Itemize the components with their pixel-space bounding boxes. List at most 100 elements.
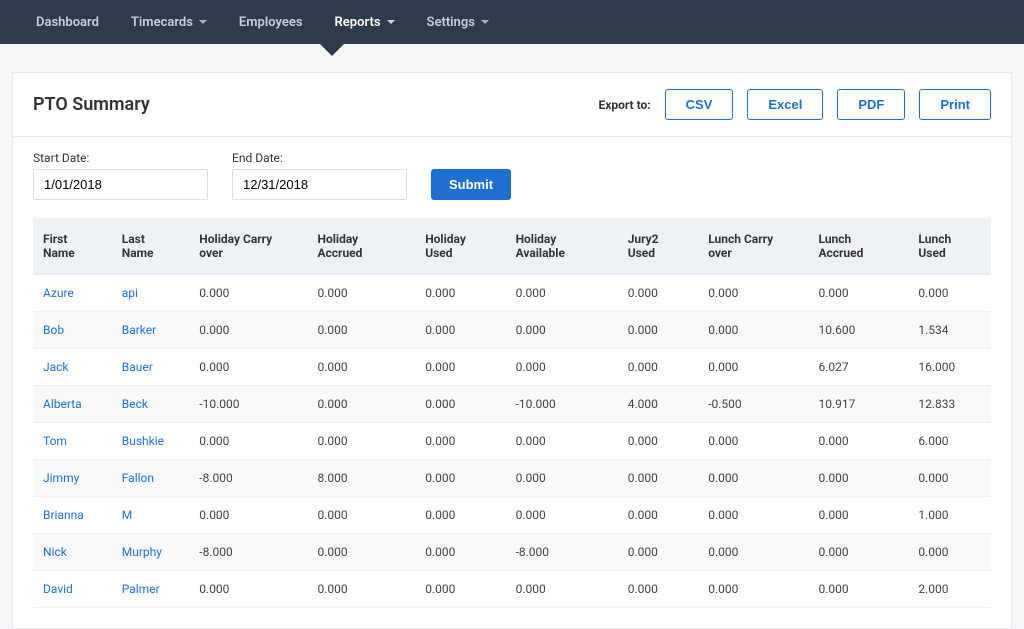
value-cell: 0.000 bbox=[506, 423, 618, 460]
value-cell: 0.000 bbox=[698, 423, 808, 460]
value-cell: 0.000 bbox=[698, 275, 808, 312]
value-cell: 0.000 bbox=[618, 275, 699, 312]
last-name-link[interactable]: M bbox=[112, 497, 190, 534]
table-row: TomBushkie0.0000.0000.0000.0000.0000.000… bbox=[33, 423, 991, 460]
last-name-link[interactable]: Bushkie bbox=[112, 423, 190, 460]
first-name-link[interactable]: David bbox=[33, 571, 112, 608]
value-cell: 6.027 bbox=[808, 349, 908, 386]
chevron-down-icon bbox=[199, 20, 207, 24]
value-cell: 0.000 bbox=[307, 423, 415, 460]
value-cell: 0.000 bbox=[618, 460, 699, 497]
start-date-input[interactable] bbox=[33, 169, 208, 200]
value-cell: 0.000 bbox=[307, 534, 415, 571]
value-cell: 10.600 bbox=[808, 312, 908, 349]
export-excel-button[interactable]: Excel bbox=[747, 89, 823, 120]
table-row: JimmyFallon-8.0008.0000.0000.0000.0000.0… bbox=[33, 460, 991, 497]
value-cell: -10.000 bbox=[506, 386, 618, 423]
value-cell: -8.000 bbox=[506, 534, 618, 571]
value-cell: 1.534 bbox=[908, 312, 991, 349]
nav-item-label: Employees bbox=[239, 15, 303, 30]
table-row: BriannaM0.0000.0000.0000.0000.0000.0000.… bbox=[33, 497, 991, 534]
value-cell: 0.000 bbox=[307, 312, 415, 349]
value-cell: 0.000 bbox=[307, 497, 415, 534]
table-row: AlbertaBeck-10.0000.0000.000-10.0004.000… bbox=[33, 386, 991, 423]
value-cell: 0.000 bbox=[189, 349, 307, 386]
first-name-link[interactable]: Jack bbox=[33, 349, 112, 386]
column-header[interactable]: Jury2 Used bbox=[618, 218, 699, 275]
value-cell: 0.000 bbox=[506, 349, 618, 386]
value-cell: 0.000 bbox=[307, 386, 415, 423]
nav-item-label: Reports bbox=[335, 15, 381, 30]
export-group: Export to: CSV Excel PDF Print bbox=[598, 89, 991, 120]
chevron-down-icon bbox=[387, 20, 395, 24]
start-date-label: Start Date: bbox=[33, 151, 208, 165]
column-header[interactable]: Holiday Carry over bbox=[189, 218, 307, 275]
value-cell: 0.000 bbox=[506, 312, 618, 349]
last-name-link[interactable]: Beck bbox=[112, 386, 190, 423]
nav-item-label: Dashboard bbox=[36, 15, 99, 30]
nav-item-settings[interactable]: Settings bbox=[411, 0, 505, 44]
value-cell: 16.000 bbox=[908, 349, 991, 386]
value-cell: 0.000 bbox=[415, 312, 505, 349]
last-name-link[interactable]: Fallon bbox=[112, 460, 190, 497]
last-name-link[interactable]: Barker bbox=[112, 312, 190, 349]
value-cell: 2.000 bbox=[908, 571, 991, 608]
pto-summary-table: First NameLast NameHoliday Carry overHol… bbox=[33, 218, 991, 608]
value-cell: 6.000 bbox=[908, 423, 991, 460]
submit-button[interactable]: Submit bbox=[431, 169, 511, 200]
column-header[interactable]: Holiday Accrued bbox=[307, 218, 415, 275]
value-cell: 0.000 bbox=[618, 423, 699, 460]
value-cell: 0.000 bbox=[908, 275, 991, 312]
last-name-link[interactable]: Palmer bbox=[112, 571, 190, 608]
value-cell: 0.000 bbox=[618, 312, 699, 349]
value-cell: 0.000 bbox=[307, 571, 415, 608]
end-date-input[interactable] bbox=[232, 169, 407, 200]
value-cell: 0.000 bbox=[808, 497, 908, 534]
value-cell: 0.000 bbox=[189, 312, 307, 349]
value-cell: 0.000 bbox=[189, 497, 307, 534]
nav-item-dashboard[interactable]: Dashboard bbox=[20, 0, 115, 44]
export-print-button[interactable]: Print bbox=[919, 89, 991, 120]
value-cell: 0.000 bbox=[415, 460, 505, 497]
value-cell: 0.000 bbox=[618, 497, 699, 534]
nav-item-timecards[interactable]: Timecards bbox=[115, 0, 223, 44]
first-name-link[interactable]: Tom bbox=[33, 423, 112, 460]
value-cell: 0.000 bbox=[506, 275, 618, 312]
value-cell: 0.000 bbox=[415, 497, 505, 534]
nav-item-employees[interactable]: Employees bbox=[223, 0, 319, 44]
export-pdf-button[interactable]: PDF bbox=[837, 89, 905, 120]
column-header[interactable]: Last Name bbox=[112, 218, 190, 275]
value-cell: 0.000 bbox=[908, 460, 991, 497]
value-cell: 0.000 bbox=[415, 571, 505, 608]
value-cell: 0.000 bbox=[808, 534, 908, 571]
first-name-link[interactable]: Brianna bbox=[33, 497, 112, 534]
value-cell: 0.000 bbox=[189, 275, 307, 312]
nav-item-reports[interactable]: Reports bbox=[319, 0, 411, 44]
table-row: JackBauer0.0000.0000.0000.0000.0000.0006… bbox=[33, 349, 991, 386]
first-name-link[interactable]: Azure bbox=[33, 275, 112, 312]
column-header[interactable]: Holiday Available bbox=[506, 218, 618, 275]
last-name-link[interactable]: api bbox=[112, 275, 190, 312]
first-name-link[interactable]: Alberta bbox=[33, 386, 112, 423]
column-header[interactable]: Lunch Accrued bbox=[808, 218, 908, 275]
value-cell: 0.000 bbox=[415, 275, 505, 312]
first-name-link[interactable]: Bob bbox=[33, 312, 112, 349]
value-cell: 1.000 bbox=[908, 497, 991, 534]
value-cell: 0.000 bbox=[808, 275, 908, 312]
column-header[interactable]: Lunch Used bbox=[908, 218, 991, 275]
first-name-link[interactable]: Nick bbox=[33, 534, 112, 571]
column-header[interactable]: First Name bbox=[33, 218, 112, 275]
export-csv-button[interactable]: CSV bbox=[665, 89, 734, 120]
first-name-link[interactable]: Jimmy bbox=[33, 460, 112, 497]
value-cell: 0.000 bbox=[698, 497, 808, 534]
value-cell: 0.000 bbox=[415, 423, 505, 460]
value-cell: 8.000 bbox=[307, 460, 415, 497]
column-header[interactable]: Lunch Carry over bbox=[698, 218, 808, 275]
report-card: PTO Summary Export to: CSV Excel PDF Pri… bbox=[12, 72, 1012, 629]
table-row: NickMurphy-8.0000.0000.000-8.0000.0000.0… bbox=[33, 534, 991, 571]
last-name-link[interactable]: Murphy bbox=[112, 534, 190, 571]
last-name-link[interactable]: Bauer bbox=[112, 349, 190, 386]
page-title: PTO Summary bbox=[33, 94, 150, 115]
top-nav: Dashboard Timecards Employees Reports Settin… bbox=[0, 0, 1024, 44]
column-header[interactable]: Holiday Used bbox=[415, 218, 505, 275]
